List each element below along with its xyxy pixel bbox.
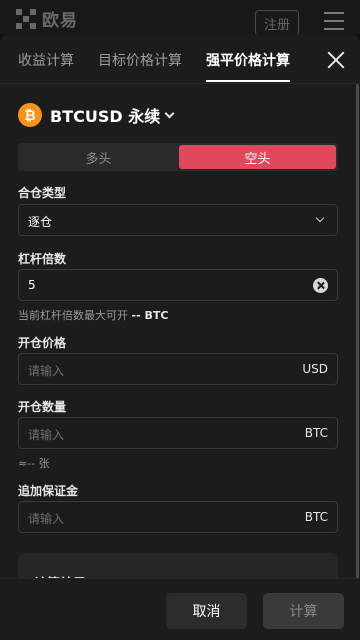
margin-type-label: 合仓类型 xyxy=(18,186,67,200)
close-icon[interactable] xyxy=(327,51,345,69)
margin-type-value: 逐仓 xyxy=(28,215,53,229)
leverage-label: 杠杆倍数 xyxy=(18,252,67,266)
open-amount-placeholder: 请输入 xyxy=(28,428,65,442)
position-side-toggle: 多头 空头 xyxy=(18,143,338,171)
bitcoin-icon: ₿ xyxy=(18,103,42,127)
max-open-value: -- BTC xyxy=(131,309,169,322)
open-amount-label: 开仓数量 xyxy=(18,400,67,414)
product-selector[interactable]: ₿ BTCUSD 永续 xyxy=(18,103,175,127)
top-bar: 欧易 注册 xyxy=(0,0,360,36)
open-price-unit: USD xyxy=(302,362,328,376)
calculator-sheet: 收益计算 目标价格计算 强平价格计算 ₿ BTCUSD 永续 多头 空头 合仓类… xyxy=(0,34,360,640)
logo-mark-icon xyxy=(16,8,36,29)
clear-icon[interactable] xyxy=(313,278,328,293)
add-margin-placeholder: 请输入 xyxy=(28,512,65,526)
open-price-label: 开仓价格 xyxy=(18,336,67,350)
calculate-button[interactable]: 计算 xyxy=(263,593,344,629)
open-price-input[interactable]: 请输入 USD xyxy=(18,353,338,385)
add-margin-label: 追加保证金 xyxy=(18,484,79,498)
open-amount-unit: BTC xyxy=(304,426,328,440)
short-option[interactable]: 空头 xyxy=(179,145,336,169)
add-margin-input[interactable]: 请输入 BTC xyxy=(18,501,338,533)
margin-type-select[interactable]: 逐仓 xyxy=(18,204,338,236)
leverage-value: 5 xyxy=(28,278,36,292)
open-price-placeholder: 请输入 xyxy=(28,364,65,378)
chevron-down-icon xyxy=(164,108,175,118)
max-open-hint: 当前杠杆倍数最大可开 -- BTC xyxy=(18,307,168,323)
logo-text: 欧易 xyxy=(42,11,78,31)
tab-target-price-calc[interactable]: 目标价格计算 xyxy=(98,50,182,82)
max-open-prefix: 当前杠杆倍数最大可开 xyxy=(18,309,128,322)
contracts-hint: ≈-- 张 xyxy=(18,457,50,470)
cancel-button[interactable]: 取消 xyxy=(166,593,247,629)
tab-liquidation-price-calc[interactable]: 强平价格计算 xyxy=(206,50,290,82)
scrollbar[interactable] xyxy=(356,84,359,604)
chevron-down-icon xyxy=(315,213,325,223)
long-option[interactable]: 多头 xyxy=(20,145,177,169)
leverage-input[interactable]: 5 xyxy=(18,269,338,301)
tab-profit-calc[interactable]: 收益计算 xyxy=(18,50,74,82)
register-button[interactable]: 注册 xyxy=(255,10,299,36)
menu-icon[interactable] xyxy=(324,12,344,30)
brand-logo: 欧易 xyxy=(16,6,78,31)
add-margin-unit: BTC xyxy=(304,510,328,524)
product-name: BTCUSD 永续 xyxy=(50,107,161,126)
open-amount-input[interactable]: 请输入 BTC xyxy=(18,417,338,449)
action-footer: 取消 计算 xyxy=(0,578,360,640)
calculator-tabs: 收益计算 目标价格计算 强平价格计算 xyxy=(0,34,360,84)
